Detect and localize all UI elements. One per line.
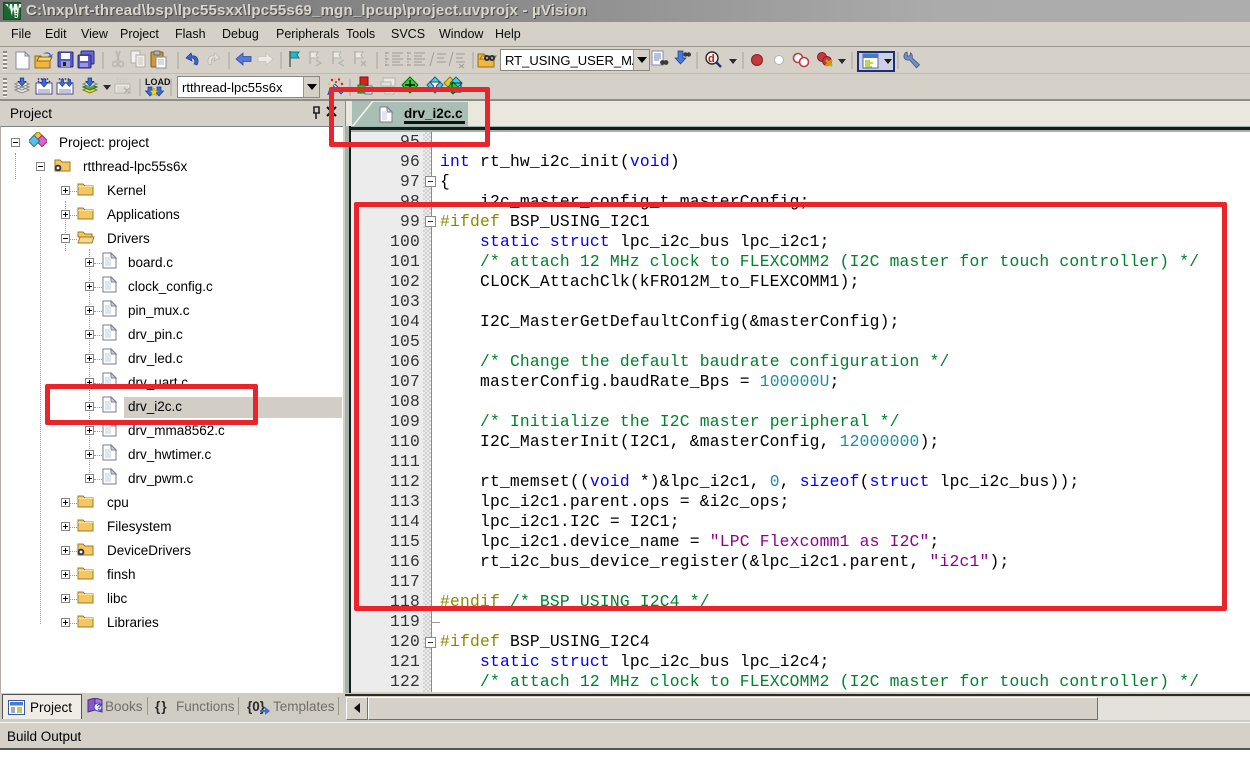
svg-text:d: d (708, 53, 715, 65)
svg-text:?: ? (97, 703, 102, 712)
svg-text:LOAD: LOAD (145, 77, 171, 87)
svg-text:5: 5 (14, 11, 19, 20)
